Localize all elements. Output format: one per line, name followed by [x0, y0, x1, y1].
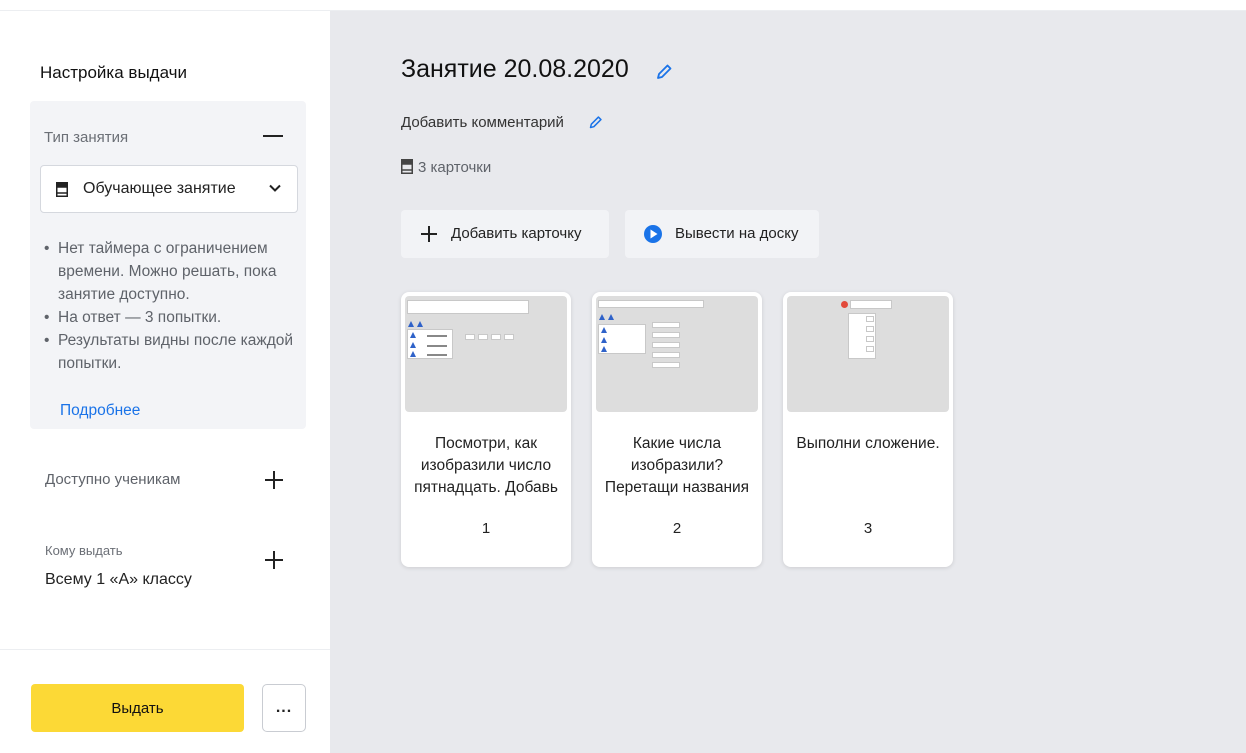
card-number: 3: [863, 520, 873, 537]
card-number: 1: [481, 520, 491, 537]
minus-icon[interactable]: [263, 125, 283, 145]
available-label: Доступно ученикам: [45, 471, 181, 488]
lesson-type-panel: Тип занятия Обучающее занятие Нет таймер…: [30, 101, 306, 429]
pencil-icon[interactable]: [588, 115, 603, 130]
play-icon: [644, 225, 662, 243]
card-number: 2: [672, 520, 682, 537]
issue-button[interactable]: Выдать: [31, 684, 244, 732]
lesson-title: Занятие 20.08.2020: [401, 55, 629, 83]
whom-label: Кому выдать: [45, 543, 123, 558]
rule-item: На ответ — 3 попытки.: [42, 306, 302, 329]
card-text: Какие числа изобразили? Перетащи названи…: [604, 435, 750, 496]
plus-icon[interactable]: [264, 550, 284, 570]
lesson-type-value: Обучающее занятие: [83, 180, 236, 197]
card-text: Посмотри, как изобразили число пятнадцат…: [414, 435, 558, 496]
lesson-card[interactable]: Выполни сложение. 3: [783, 292, 953, 567]
book-icon: [56, 182, 68, 197]
sidebar: Настройка выдачи Тип занятия Обучающее з…: [0, 11, 330, 753]
pencil-icon[interactable]: [655, 63, 673, 81]
plus-icon: [419, 224, 439, 244]
lesson-rules-list: Нет таймера с ограничением времени. Можн…: [42, 237, 302, 375]
card-thumbnail: [405, 296, 567, 412]
rule-item: Нет таймера с ограничением времени. Можн…: [42, 237, 302, 306]
chevron-down-icon: [269, 184, 281, 192]
card-text: Выполни сложение.: [796, 435, 940, 452]
sidebar-footer: Выдать ...: [0, 649, 330, 753]
book-icon: [401, 159, 413, 174]
add-card-label: Добавить карточку: [451, 225, 582, 242]
lesson-card[interactable]: Какие числа изобразили? Перетащи названи…: [592, 292, 762, 567]
card-thumbnail: [596, 296, 758, 412]
main-content: Занятие 20.08.2020 Добавить комментарий …: [330, 11, 1246, 753]
lesson-type-select[interactable]: Обучающее занятие: [40, 165, 298, 213]
card-thumbnail: [787, 296, 949, 412]
whom-value: Всему 1 «А» классу: [45, 571, 192, 588]
top-divider: [0, 0, 1246, 11]
more-options-button[interactable]: ...: [262, 684, 306, 732]
add-comment-link[interactable]: Добавить комментарий: [401, 114, 564, 131]
more-info-link[interactable]: Подробнее: [60, 402, 140, 420]
sidebar-title: Настройка выдачи: [40, 63, 188, 82]
cards-count: 3 карточки: [418, 159, 492, 176]
lesson-type-label: Тип занятия: [44, 129, 129, 146]
rule-item: Результаты видны после каждой попытки.: [42, 329, 302, 375]
add-card-button[interactable]: Добавить карточку: [401, 210, 609, 258]
show-on-board-button[interactable]: Вывести на доску: [625, 210, 819, 258]
lesson-card[interactable]: Посмотри, как изобразили число пятнадцат…: [401, 292, 571, 567]
show-on-board-label: Вывести на доску: [675, 225, 799, 242]
plus-icon[interactable]: [264, 470, 284, 490]
